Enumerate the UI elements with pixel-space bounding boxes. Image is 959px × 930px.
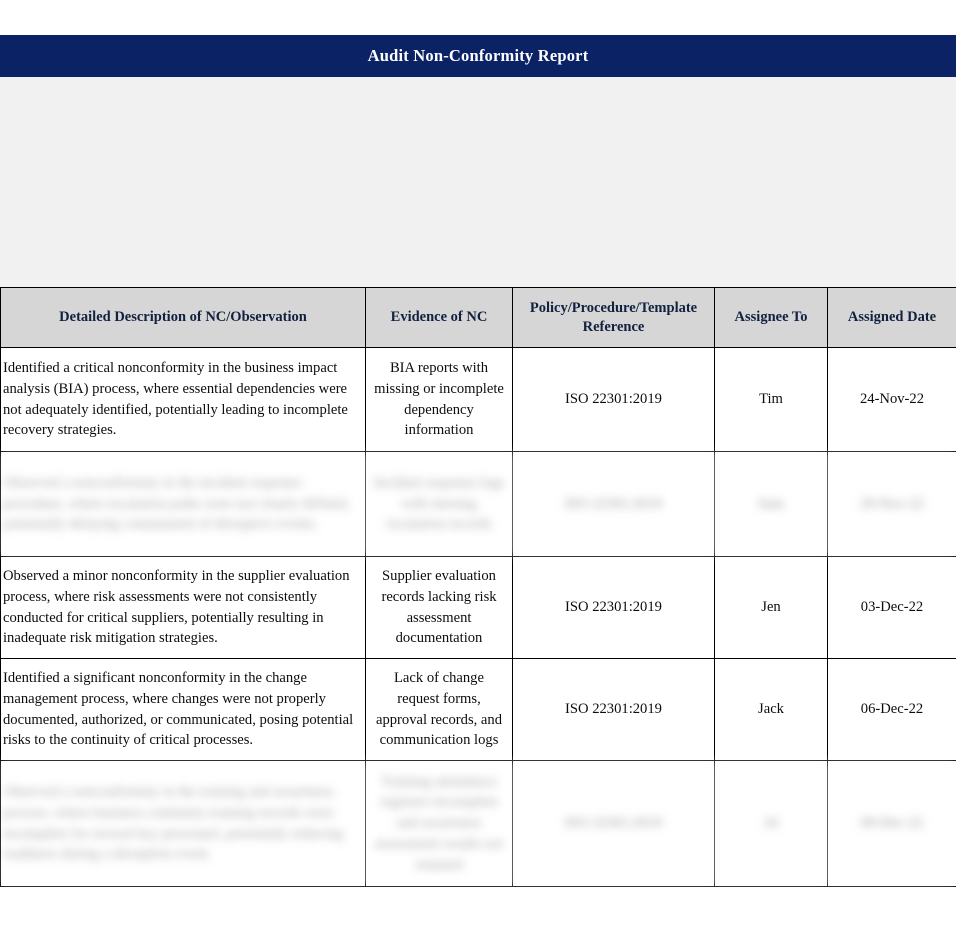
cell-assignee: Sam xyxy=(714,451,828,557)
cell-description: Observed a minor nonconformity in the su… xyxy=(0,556,366,659)
cell-evidence: BIA reports with missing or incomplete d… xyxy=(365,347,513,452)
cell-evidence: Lack of change request forms, approval r… xyxy=(365,658,513,761)
cell-evidence: Supplier evaluation records lacking risk… xyxy=(365,556,513,659)
table-body: Identified a critical nonconformity in t… xyxy=(0,347,957,887)
cell-assignee: Al xyxy=(714,760,828,887)
cell-policy: ISO 22301:2019 xyxy=(512,556,715,659)
cell-evidence: Training attendance registers incomplete… xyxy=(365,760,513,887)
document-page: Audit Non-Conformity Report Detailed Des… xyxy=(0,0,959,930)
table-header: Detailed Description of NC/Observation E… xyxy=(0,287,957,348)
cell-evidence: Incident response logs with missing esca… xyxy=(365,451,513,557)
cell-assigned-date: 03-Dec-22 xyxy=(827,556,957,659)
column-header-assigned-date: Assigned Date xyxy=(827,287,957,348)
cell-description: Identified a significant nonconformity i… xyxy=(0,658,366,761)
table-row: Identified a critical nonconformity in t… xyxy=(0,347,957,452)
column-header-evidence: Evidence of NC xyxy=(365,287,513,348)
column-header-description: Detailed Description of NC/Observation xyxy=(0,287,366,348)
cell-assignee: Tim xyxy=(714,347,828,452)
page-top-margin xyxy=(0,0,959,35)
table-row: Observed a nonconformity in the incident… xyxy=(0,451,957,557)
page-title: Audit Non-Conformity Report xyxy=(367,45,589,65)
table-row: Observed a minor nonconformity in the su… xyxy=(0,556,957,659)
header-spacer-block xyxy=(0,77,956,287)
cell-policy: ISO 22301:2019 xyxy=(512,658,715,761)
nonconformity-table: Detailed Description of NC/Observation E… xyxy=(0,287,957,887)
table-row: Identified a significant nonconformity i… xyxy=(0,658,957,761)
cell-assigned-date: 24-Nov-22 xyxy=(827,347,957,452)
column-header-assignee: Assignee To xyxy=(714,287,828,348)
cell-description: Observed a nonconformity in the incident… xyxy=(0,451,366,557)
cell-policy: ISO 22301:2019 xyxy=(512,451,715,557)
cell-assignee: Jack xyxy=(714,658,828,761)
cell-description: Identified a critical nonconformity in t… xyxy=(0,347,366,452)
table-header-row: Detailed Description of NC/Observation E… xyxy=(0,287,957,348)
cell-assignee: Jen xyxy=(714,556,828,659)
cell-assigned-date: 06-Dec-22 xyxy=(827,658,957,761)
column-header-policy-reference: Policy/Procedure/Template Reference xyxy=(512,287,715,348)
table-row: Observed a nonconformity in the training… xyxy=(0,760,957,887)
cell-assigned-date: 09-Dec-22 xyxy=(827,760,957,887)
cell-assigned-date: 29-Nov-22 xyxy=(827,451,957,557)
cell-policy: ISO 22301:2019 xyxy=(512,347,715,452)
cell-policy: ISO 22301:2019 xyxy=(512,760,715,887)
cell-description: Observed a nonconformity in the training… xyxy=(0,760,366,887)
report-title-banner: Audit Non-Conformity Report xyxy=(0,35,956,77)
